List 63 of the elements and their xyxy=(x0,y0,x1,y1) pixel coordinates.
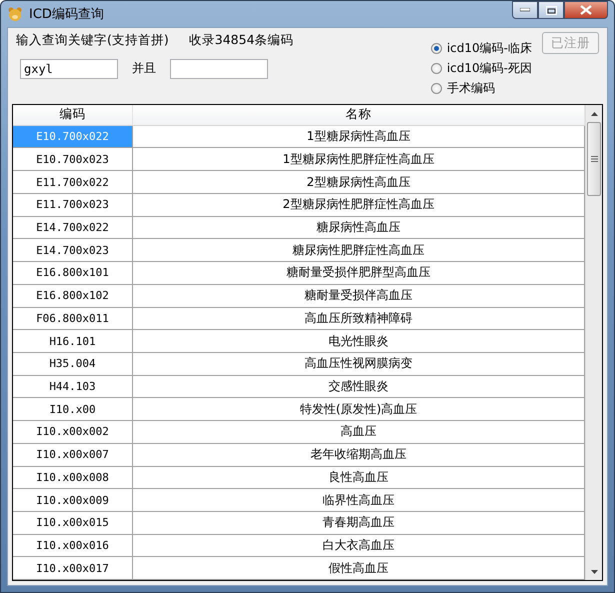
keyword-label: 输入查询关键字(支持首拼) xyxy=(16,32,169,49)
scroll-down-icon[interactable] xyxy=(590,570,598,574)
name-cell[interactable]: 1型糖尿病性肥胖症性高血压 xyxy=(133,148,585,172)
name-cell[interactable]: 糖尿病性肥胖症性高血压 xyxy=(133,239,585,262)
grip-icon xyxy=(590,156,598,162)
name-cell[interactable]: 2型糖尿病性高血压 xyxy=(133,171,585,194)
and-label: 并且 xyxy=(132,60,156,77)
bear-icon xyxy=(7,6,23,22)
name-cell[interactable]: 2型糖尿病性肥胖症性高血压 xyxy=(133,194,585,217)
name-cell[interactable]: 糖耐量受损伴肥胖型高血压 xyxy=(133,262,585,285)
name-cell[interactable]: 交感性眼炎 xyxy=(133,376,585,398)
code-cell[interactable]: I10.x00x002 xyxy=(13,421,133,444)
keyword-field[interactable]: gxyl xyxy=(20,59,118,79)
code-cell[interactable]: F06.800x011 xyxy=(13,308,133,330)
name-cell[interactable]: 高血压 xyxy=(133,421,585,444)
close-button[interactable] xyxy=(564,1,608,19)
code-cell[interactable]: E11.700x023 xyxy=(13,194,133,217)
code-cell[interactable]: E16.800x101 xyxy=(13,262,133,285)
window-title: ICD编码查询 xyxy=(29,6,105,23)
code-cell[interactable]: E14.700x023 xyxy=(13,239,133,262)
name-cell[interactable]: 高血压性视网膜病变 xyxy=(133,352,585,376)
name-cell[interactable]: 青春期高血压 xyxy=(133,512,585,535)
name-cell[interactable]: 临界性高血压 xyxy=(133,489,585,512)
scrollbar-thumb[interactable] xyxy=(587,122,601,196)
name-cell[interactable]: 高血压所致精神障碍 xyxy=(133,308,585,330)
name-cell[interactable]: 假性高血压 xyxy=(133,557,585,580)
maximize-icon xyxy=(546,6,556,14)
name-cell[interactable]: 白大衣高血压 xyxy=(133,534,585,558)
code-cell[interactable]: E16.800x102 xyxy=(13,284,133,308)
code-cell[interactable]: I10.x00x009 xyxy=(13,489,133,512)
radio-button[interactable] xyxy=(430,63,442,74)
name-cell[interactable]: 良性高血压 xyxy=(133,466,585,490)
code-cell[interactable]: E11.700x022 xyxy=(13,171,133,194)
column-header[interactable]: 编码 xyxy=(13,105,133,125)
radio-button[interactable] xyxy=(430,43,442,54)
close-icon xyxy=(580,5,592,15)
code-cell[interactable]: I10.x00x015 xyxy=(13,512,133,535)
code-cell[interactable]: I10.x00x017 xyxy=(13,557,133,580)
scroll-up-icon[interactable] xyxy=(590,112,598,116)
radio-button[interactable] xyxy=(430,83,442,94)
code-cell[interactable]: I10.x00x007 xyxy=(13,444,133,467)
record-count: 收录34854条编码 xyxy=(188,32,294,49)
name-cell[interactable]: 电光性眼炎 xyxy=(133,330,585,353)
code-cell[interactable]: I10.x00 xyxy=(13,398,133,422)
name-cell[interactable]: 1型糖尿病性高血压 xyxy=(133,126,585,148)
code-cell[interactable]: I10.x00x016 xyxy=(13,534,133,558)
minimize-button[interactable] xyxy=(512,1,538,19)
code-cell[interactable]: H44.103 xyxy=(13,376,133,398)
name-cell[interactable]: 老年收缩期高血压 xyxy=(133,444,585,467)
minimize-icon xyxy=(520,8,530,12)
code-cell[interactable]: I10.x00x008 xyxy=(13,466,133,490)
radio-label: 手术编码 xyxy=(446,80,495,97)
name-cell[interactable]: 糖耐量受损伴高血压 xyxy=(133,284,585,308)
code-cell[interactable]: E10.700x023 xyxy=(13,148,133,172)
code-cell[interactable]: H16.101 xyxy=(13,330,133,353)
name-cell[interactable]: 特发性(原发性)高血压 xyxy=(133,398,585,422)
radio-label: icd10编码-死因 xyxy=(446,60,532,77)
code-cell[interactable]: E14.700x022 xyxy=(13,216,133,240)
radio-label: icd10编码-临床 xyxy=(446,40,532,57)
maximize-button[interactable] xyxy=(538,1,564,19)
code-cell[interactable]: H35.004 xyxy=(13,352,133,376)
name-cell[interactable]: 糖尿病性高血压 xyxy=(133,216,585,240)
second-keyword-field[interactable] xyxy=(170,59,268,79)
